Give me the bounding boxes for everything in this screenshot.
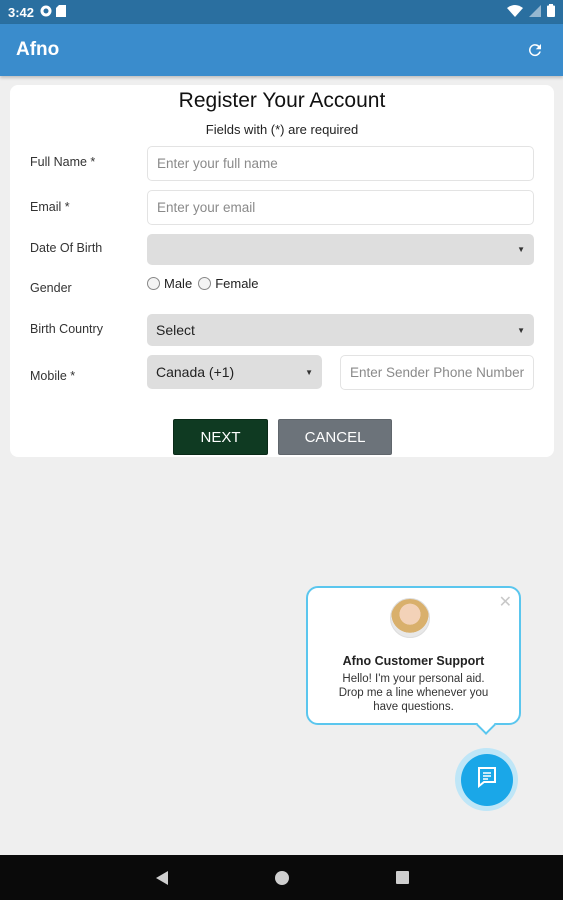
gender-female-radio[interactable] (198, 277, 212, 290)
sd-card-icon (56, 4, 67, 20)
app-title: Afno (16, 39, 60, 60)
chat-popup-tail (476, 715, 496, 735)
country-code-select[interactable]: Canada (+1) ▼ (147, 355, 322, 389)
registration-card: Register Your Account Fields with (*) ar… (10, 85, 554, 457)
next-button[interactable]: NEXT (173, 419, 268, 455)
navigation-bar (0, 855, 563, 900)
chat-button-inner (460, 753, 513, 806)
chat-icon (476, 766, 498, 793)
mobile-label: Mobile * (30, 369, 76, 383)
chevron-down-icon: ▼ (517, 245, 525, 254)
birth-country-select[interactable]: Select ▼ (147, 314, 534, 346)
birth-country-value: Select (156, 322, 195, 338)
gender-radio-group: Male Female (147, 276, 265, 291)
refresh-icon[interactable] (523, 38, 547, 62)
country-code-value: Canada (+1) (156, 364, 235, 380)
gender-label: Gender (30, 281, 72, 295)
gender-male-radio[interactable] (147, 277, 160, 290)
app-notification-icon (40, 5, 52, 20)
signal-icon (529, 4, 541, 20)
birth-country-label: Birth Country (30, 322, 103, 336)
cancel-button[interactable]: CANCEL (278, 419, 392, 455)
gender-male-label[interactable]: Male (164, 276, 192, 291)
full-name-label: Full Name * (30, 155, 96, 169)
chevron-down-icon: ▼ (517, 325, 525, 335)
home-icon[interactable] (262, 855, 302, 900)
gender-female-label[interactable]: Female (215, 276, 258, 291)
chat-button[interactable] (455, 748, 518, 811)
support-name: Afno Customer Support (342, 654, 485, 668)
chevron-down-icon: ▼ (305, 367, 313, 377)
full-name-input[interactable] (147, 146, 534, 181)
dob-label: Date Of Birth (30, 241, 103, 255)
status-bar: 3:42 (0, 0, 563, 24)
battery-icon (547, 4, 555, 20)
chat-popup[interactable]: ✕ Afno Customer Support Hello! I'm your … (306, 586, 521, 735)
wifi-icon (507, 4, 523, 20)
close-icon[interactable]: ✕ (499, 592, 512, 612)
dob-select[interactable]: ▼ (147, 234, 534, 265)
status-time: 3:42 (8, 4, 35, 20)
app-bar: Afno (0, 24, 563, 76)
avatar (390, 598, 430, 638)
phone-number-input[interactable] (340, 355, 534, 390)
page-title: Register Your Account (178, 89, 386, 112)
back-icon[interactable] (142, 855, 182, 900)
email-label: Email * (30, 200, 70, 214)
required-note: Fields with (*) are required (205, 122, 359, 137)
recents-icon[interactable] (382, 855, 422, 900)
support-message: Hello! I'm your personal aid. Drop me a … (338, 673, 489, 713)
email-input[interactable] (147, 190, 534, 225)
